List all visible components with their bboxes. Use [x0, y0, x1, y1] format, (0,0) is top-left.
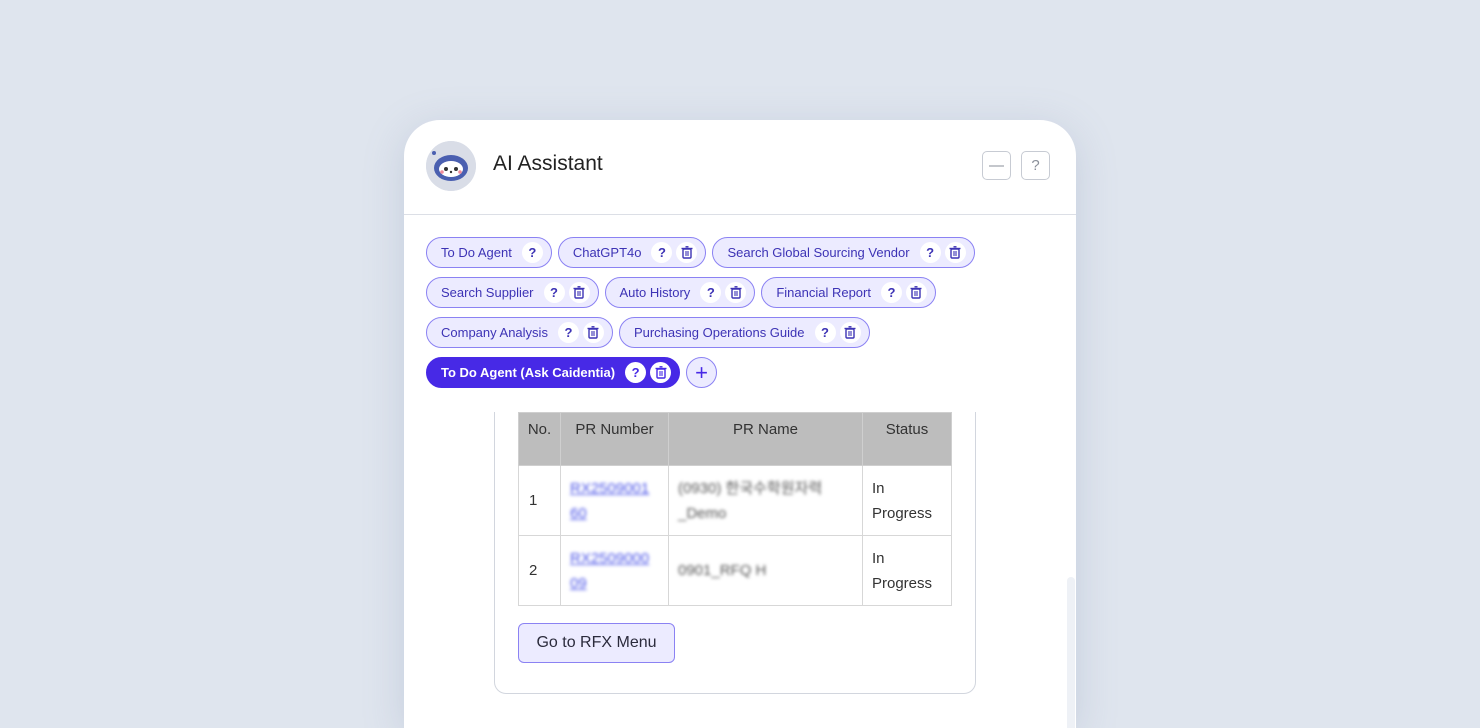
question-icon: ? [1031, 157, 1040, 174]
agent-chip-purchasing-operations-guide[interactable]: Purchasing Operations Guide ? [618, 317, 870, 348]
pr-name-text: (0930) 한국수학원자력 _Demo [678, 479, 823, 522]
add-agent-button[interactable]: + [686, 357, 718, 388]
trash-icon[interactable] [944, 242, 966, 263]
agent-chip-financial-report[interactable]: Financial Report ? [761, 277, 936, 308]
agent-row: Company Analysis ? Purchasing Operations… [426, 316, 1056, 349]
plus-icon: + [695, 359, 708, 385]
trash-icon[interactable] [582, 322, 604, 343]
help-icon[interactable]: ? [814, 322, 836, 343]
cell-pr-number: RX2509001 60 [560, 465, 669, 536]
agent-chip-list: To Do Agent ? ChatGPT4o ? Search Global … [426, 236, 1056, 396]
help-icon[interactable]: ? [543, 282, 565, 303]
pr-table: No. PR Number PR Name Status 1 RX2509001… [518, 412, 952, 606]
agent-row: Search Supplier ? Auto History ? Financi… [426, 276, 1056, 309]
agent-chip-label: To Do Agent [441, 245, 512, 260]
pr-number-link[interactable]: RX2509000 09 [570, 550, 649, 592]
col-header-no: No. [518, 412, 561, 466]
table-header-row: No. PR Number PR Name Status [518, 412, 952, 466]
assistant-title: AI Assistant [493, 152, 603, 175]
help-icon[interactable]: ? [880, 282, 902, 303]
cell-pr-name: 0901_RFQ H [668, 535, 863, 606]
agent-chip-label: To Do Agent (Ask Caidentia) [441, 365, 616, 380]
agent-chip-label: Purchasing Operations Guide [633, 325, 805, 340]
trash-icon[interactable] [568, 282, 590, 303]
help-icon[interactable]: ? [700, 282, 722, 303]
agent-row: To Do Agent ? ChatGPT4o ? Search Global … [426, 236, 1056, 269]
agent-chip-label: Company Analysis [441, 325, 548, 340]
trash-icon[interactable] [676, 242, 698, 263]
agent-chip-search-supplier[interactable]: Search Supplier ? [426, 277, 599, 308]
agent-chip-to-do-agent[interactable]: To Do Agent ? [426, 237, 552, 268]
cell-no: 2 [518, 535, 561, 606]
trash-icon[interactable] [839, 322, 861, 343]
agent-row: To Do Agent (Ask Caidentia) ? + [426, 356, 1056, 389]
help-icon[interactable]: ? [651, 242, 673, 263]
help-icon[interactable]: ? [625, 362, 647, 383]
agent-chip-label: Search Supplier [441, 285, 534, 300]
minimize-button[interactable]: — [982, 151, 1011, 180]
help-icon[interactable]: ? [557, 322, 579, 343]
help-icon[interactable]: ? [521, 242, 543, 263]
col-header-status: Status [862, 412, 952, 466]
trash-icon[interactable] [905, 282, 927, 303]
col-header-pr-name: PR Name [668, 412, 863, 466]
assistant-avatar-icon [426, 141, 476, 191]
trash-icon[interactable] [725, 282, 747, 303]
pr-number-link[interactable]: RX2509001 60 [570, 480, 649, 522]
cell-status: In Progress [862, 535, 952, 606]
pr-name-text: 0901_RFQ H [678, 562, 767, 579]
help-icon[interactable]: ? [919, 242, 941, 263]
table-row: 1 RX2509001 60 (0930) 한국수학원자력 _Demo In Prog… [518, 465, 952, 536]
go-to-rfx-menu-button[interactable]: Go to RFX Menu [518, 623, 675, 663]
cell-pr-name: (0930) 한국수학원자력 _Demo [668, 465, 863, 536]
agent-chip-label: Financial Report [776, 285, 871, 300]
trash-icon[interactable] [650, 362, 672, 383]
agent-chip-label: Search Global Sourcing Vendor [727, 245, 910, 260]
agent-chip-label: ChatGPT4o [572, 245, 642, 260]
agent-chip-to-do-agent-ask-caidentia[interactable]: To Do Agent (Ask Caidentia) ? [426, 357, 681, 388]
table-row: 2 RX2509000 09 0901_RFQ H In Progress [518, 535, 952, 606]
col-header-pr-number: PR Number [560, 412, 669, 466]
cell-pr-number: RX2509000 09 [560, 535, 669, 606]
cell-status: In Progress [862, 465, 952, 536]
agent-chip-label: Auto History [619, 285, 691, 300]
agent-chip-auto-history[interactable]: Auto History ? [604, 277, 756, 308]
scrollbar[interactable] [1067, 577, 1075, 728]
chat-content: No. PR Number PR Name Status 1 RX2509001… [404, 412, 1076, 728]
assistant-header: AI Assistant — ? [404, 120, 1076, 215]
agent-chip-chatgpt4o[interactable]: ChatGPT4o ? [557, 237, 707, 268]
ai-assistant-panel: AI Assistant — ? To Do Agent ? ChatGPT4o… [404, 120, 1076, 728]
help-button[interactable]: ? [1021, 151, 1050, 180]
agent-chip-search-global-sourcing-vendor[interactable]: Search Global Sourcing Vendor ? [712, 237, 975, 268]
cell-no: 1 [518, 465, 561, 536]
minus-icon: — [989, 157, 1004, 174]
agent-chip-company-analysis[interactable]: Company Analysis ? [426, 317, 613, 348]
